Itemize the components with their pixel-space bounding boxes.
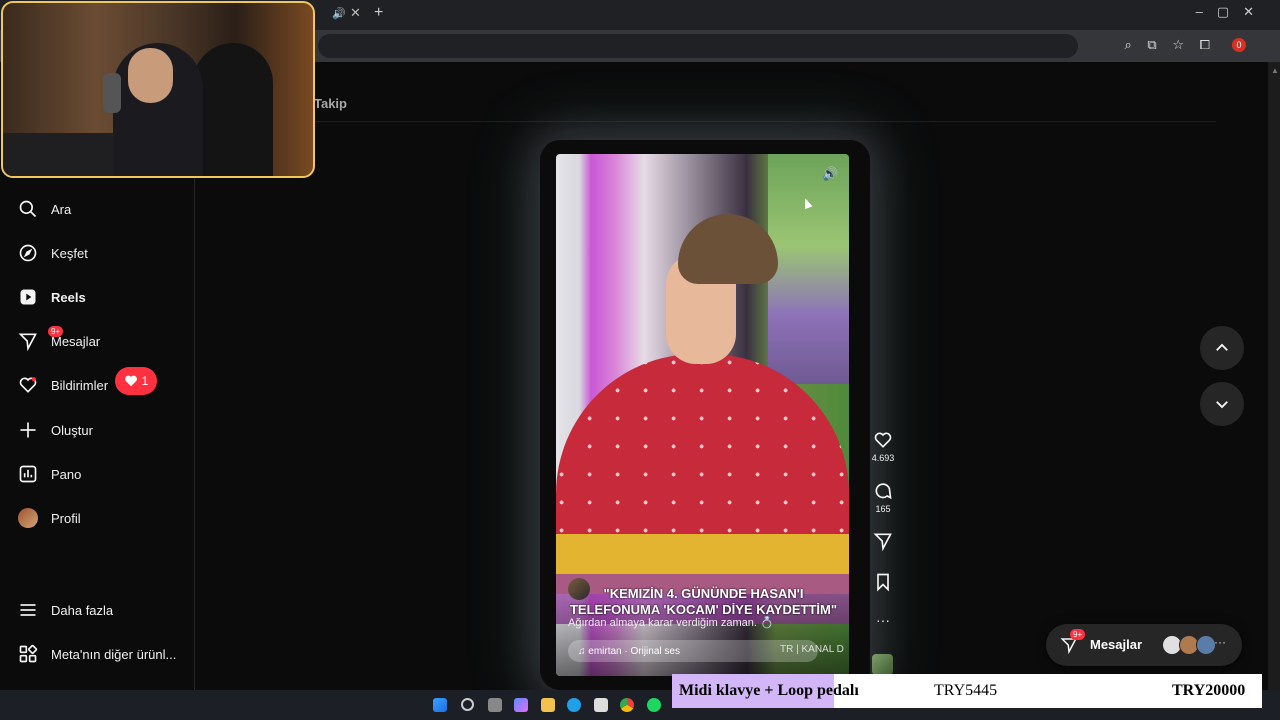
sidebar-item-create[interactable]: Oluştur (18, 416, 93, 444)
bookmark-icon (877, 573, 889, 592)
search-icon (19, 200, 37, 218)
volume-icon[interactable]: 🔊 (822, 166, 838, 182)
sidebar-item-meta-products[interactable]: Meta'nın diğer ürünl... (18, 640, 176, 668)
chrome-icon[interactable] (620, 698, 634, 712)
sidebar-item-search[interactable]: Ara (18, 195, 71, 223)
sidebar-item-dashboard[interactable]: Pano (18, 460, 81, 488)
channel-watermark: TR | KANAL D (780, 644, 844, 655)
tab-close-button[interactable]: ✕ (350, 5, 361, 21)
compass-icon (19, 244, 37, 262)
notification-pill[interactable]: 1 (115, 367, 157, 395)
video-subject-dress (556, 354, 849, 554)
sidebar-item-reels[interactable]: Reels (18, 283, 86, 311)
video-background-window (768, 154, 849, 384)
heart-filled-icon (124, 375, 137, 387)
sidebar-item-messages[interactable]: 9+ Mesajlar (18, 326, 100, 355)
comment-count: 165 (875, 504, 891, 514)
webcam-desk (3, 133, 113, 176)
sidebar-item-label: Pano (51, 466, 82, 482)
task-view-icon[interactable] (488, 698, 502, 712)
messages-badge: 9+ (48, 326, 64, 337)
comment-button[interactable]: 165 (868, 481, 898, 514)
store-icon[interactable] (594, 698, 608, 712)
chevron-down-icon (1216, 401, 1228, 409)
microphone-icon (103, 73, 121, 113)
sidebar-item-label: Daha fazla (51, 602, 114, 618)
messenger-icon (18, 333, 37, 351)
meta-apps-icon (19, 644, 38, 663)
sidebar-item-more[interactable]: Daha fazla (18, 596, 113, 624)
goal-current: TRY5445 (934, 682, 998, 699)
sidebar-item-label: Meta'nın diğer ürünl... (51, 646, 177, 662)
reel-caption-headline: "KEMIZİN 4. GÜNÜNDE HASAN'I TELEFONUMA '… (569, 586, 838, 617)
scroll-up-icon[interactable]: ▲ (1271, 66, 1279, 75)
webcam-face (128, 48, 173, 103)
sidebar-item-notifications[interactable]: Bildirimler (18, 371, 108, 399)
share-icon (873, 533, 892, 551)
speaker-icon[interactable]: 🔊 (332, 7, 346, 20)
copilot-icon[interactable] (514, 698, 528, 712)
heart-icon (19, 377, 37, 393)
dashboard-icon (19, 465, 37, 483)
edge-icon[interactable] (567, 698, 581, 712)
messages-label: Mesajlar (1090, 637, 1143, 652)
file-explorer-icon[interactable] (541, 698, 555, 712)
streamer-webcam-overlay (1, 1, 315, 178)
spotify-icon[interactable] (647, 698, 661, 712)
goal-item: Midi klavye + Loop pedalı (679, 682, 859, 699)
sidebar-item-explore[interactable]: Keşfet (18, 239, 88, 267)
heart-icon (874, 432, 892, 448)
sidebar-item-label: Bildirimler (51, 377, 109, 393)
cast-icon[interactable]: ⧉ (1147, 37, 1156, 52)
zoom-icon[interactable]: ⌕ (1124, 37, 1131, 52)
browser-tab[interactable]: 🔊 ✕ (320, 4, 366, 26)
audio-thumbnail[interactable] (872, 654, 893, 675)
comment-icon (875, 483, 892, 500)
reel-description[interactable]: Ağırdan almaya karar verdiğim zaman. 💍 (568, 616, 774, 629)
share-button[interactable] (868, 531, 898, 554)
page-scrollbar[interactable]: ▲ (1268, 62, 1280, 690)
sidebar-item-label: Keşfet (51, 245, 88, 261)
goal-target: TRY20000 (1172, 682, 1246, 699)
donation-goal-ticker: Midi klavye + Loop pedalı TRY5445 TRY200… (672, 674, 1262, 708)
save-button[interactable] (868, 572, 898, 595)
chevron-up-icon (1216, 343, 1228, 351)
more-icon[interactable]: ··· (1214, 635, 1226, 649)
search-icon[interactable] (461, 698, 474, 711)
menu-icon (20, 604, 36, 616)
sidebar-item-profile[interactable]: Profil (18, 504, 81, 532)
avatar (18, 508, 38, 528)
next-reel-button[interactable] (1200, 382, 1244, 426)
video-subject-hair (678, 214, 778, 284)
like-button[interactable]: 4.693 (868, 430, 898, 463)
reel-video[interactable]: 🔊 "KEMIZİN 4. GÜNÜNDE HASAN'I TELEFONUMA… (556, 154, 849, 676)
extensions-icon[interactable]: ⧠ (1200, 37, 1210, 52)
window-controls[interactable]: –▢✕ (1196, 4, 1268, 20)
sidebar-item-label: Profil (51, 510, 81, 526)
extension-badge-icon[interactable]: 0 (1232, 38, 1246, 52)
sidebar-item-label: Reels (51, 289, 86, 305)
windows-start-icon[interactable] (433, 698, 447, 712)
plus-icon (20, 422, 36, 438)
tab-following[interactable]: Takip (314, 96, 347, 111)
messages-badge: 9+ (1070, 629, 1086, 640)
new-tab-button[interactable]: + (374, 4, 383, 22)
notification-count: 1 (141, 374, 149, 388)
reels-icon (20, 289, 36, 305)
like-count: 4.693 (871, 453, 895, 463)
messages-floating-button[interactable]: 9+ Mesajlar ··· (1046, 624, 1242, 666)
sidebar-item-label: Oluştur (51, 422, 93, 438)
header-divider (314, 121, 1216, 122)
avatar (1196, 635, 1216, 655)
address-input[interactable] (318, 34, 1078, 58)
more-options-icon[interactable]: ··· (868, 612, 898, 628)
webcam-person-secondary (193, 43, 273, 176)
sidebar-item-label: Ara (51, 201, 72, 217)
toolbar-icons: ⌕ ⧉ ☆ ⧠ (1112, 37, 1210, 53)
bookmark-star-icon[interactable]: ☆ (1172, 37, 1184, 52)
previous-reel-button[interactable] (1200, 326, 1244, 370)
